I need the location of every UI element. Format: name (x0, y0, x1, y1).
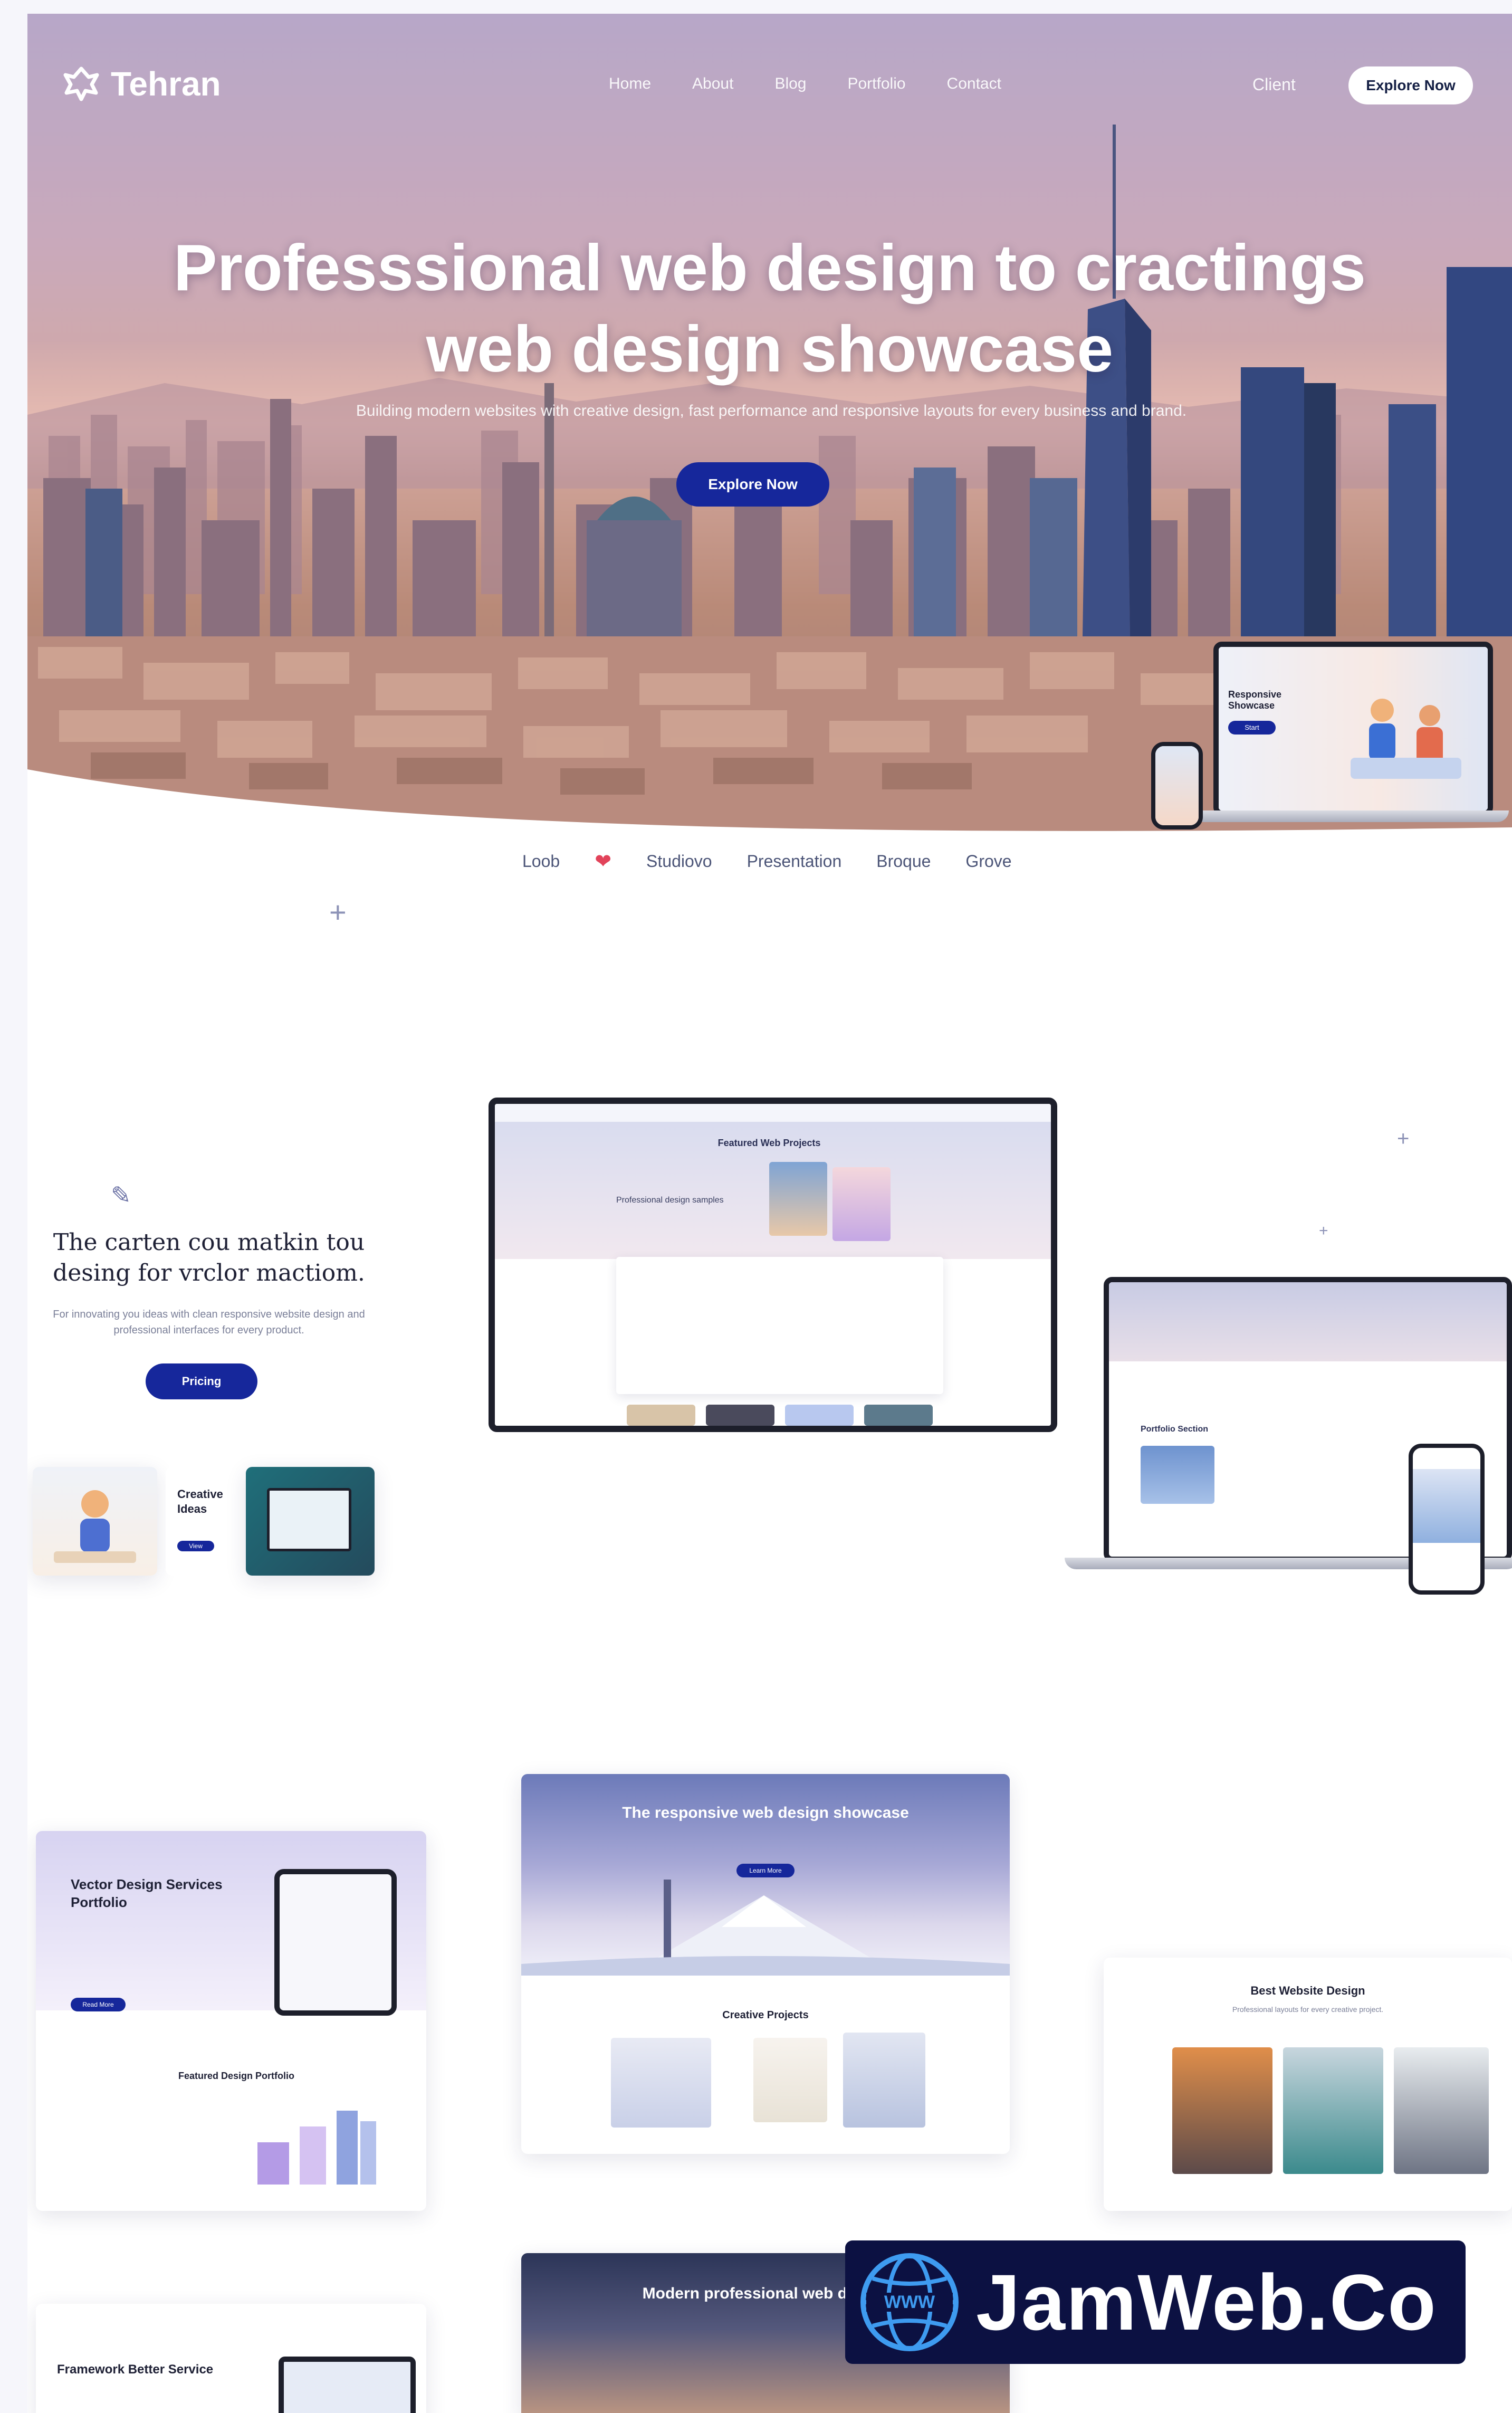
portfolio-card-1[interactable]: Vector Design Services Portfolio Read Mo… (36, 1831, 426, 2211)
hero-cta-button[interactable]: Explore Now (676, 462, 829, 507)
card3-image-1 (1172, 2047, 1272, 2174)
monitor-image-1 (769, 1162, 827, 1236)
tile-title: Creative Ideas (177, 1487, 223, 1515)
laptop-hero-band (1109, 1282, 1507, 1361)
card2-image-2 (753, 2038, 827, 2122)
person-illustration-icon (54, 1490, 136, 1563)
laptop-section-heading: Portfolio Section (1141, 1425, 1208, 1434)
nav-login-link[interactable]: Client (1252, 75, 1296, 94)
brand-name: Tehran (111, 65, 221, 103)
feature-cta-button[interactable]: Pricing (146, 1363, 257, 1399)
hero-subtitle: Building modern websites with creative d… (356, 402, 1187, 419)
watermark-badge: WWW JamWeb.Co (845, 2240, 1466, 2364)
monitor-cards-panel (616, 1257, 943, 1394)
card2-button[interactable]: Learn More (736, 1864, 795, 1877)
nav-link-portfolio[interactable]: Portfolio (847, 75, 905, 93)
monitor-heading: Featured Web Projects (717, 1138, 821, 1148)
card2-image-1 (611, 2038, 711, 2128)
client-logo-2: Studiovo (646, 852, 712, 871)
sparkle-icon: + (1319, 1222, 1328, 1239)
watermark-text: JamWeb.Co (976, 2257, 1437, 2347)
nav-link-home[interactable]: Home (609, 75, 651, 93)
nav-link-about[interactable]: About (692, 75, 733, 93)
card4-title: Framework Better Service (57, 2362, 214, 2377)
page: Tehran Home About Blog Portfolio Contact… (27, 14, 1512, 2413)
portfolio-card-3[interactable]: Best Website Design Professional layouts… (1104, 1958, 1512, 2211)
client-logo-1: Loob (522, 852, 560, 871)
hero-laptop-screen: Responsive Showcase Start (1213, 642, 1493, 816)
isometric-chart-illustration (257, 2111, 376, 2185)
portfolio-card-2[interactable]: The responsive web design showcase Learn… (521, 1774, 1010, 2154)
card2-image-3 (843, 2033, 925, 2128)
card1-tablet (274, 1869, 397, 2016)
feature-title: The carten cou matkin tou desing for vrc… (53, 1229, 365, 1286)
hero-title-line-2: web design showcase (426, 313, 1114, 386)
hero-laptop-base (1192, 810, 1509, 822)
pen-tool-icon: ✎ (111, 1181, 131, 1209)
card1-title: Vector Design Services Portfolio (71, 1876, 223, 1910)
main-nav: Home About Blog Portfolio Contact (609, 75, 1001, 93)
card3-image-2 (1283, 2047, 1383, 2174)
phone-screen-image (1155, 746, 1199, 825)
monitor-image-2 (832, 1167, 891, 1241)
brand-logo[interactable]: Tehran (61, 64, 221, 103)
monitor-topbar (495, 1104, 1051, 1122)
tile-button[interactable]: View (177, 1541, 214, 1551)
monitor-thumbnail-2 (706, 1405, 774, 1426)
hero-title-line-1: Professsional web design to cractings (173, 232, 1366, 305)
card1-button[interactable]: Read More (71, 1998, 126, 2011)
heart-icon: ❤ (595, 851, 612, 873)
card3-text: Professional layouts for every creative … (1232, 2005, 1384, 2014)
laptop-feature-image (1141, 1446, 1214, 1504)
card4-device (279, 2357, 416, 2413)
card2-subtitle: Creative Projects (722, 2009, 809, 2021)
hero-title: Professsional web design to cractings we… (27, 227, 1512, 390)
client-logo-5: Grove (965, 852, 1012, 871)
card2-title: The responsive web design showcase (622, 1804, 909, 1821)
globe-icon: WWW (860, 2253, 959, 2351)
portfolio-card-4[interactable]: Framework Better Service (36, 2304, 426, 2413)
card3-image-3 (1394, 2047, 1489, 2174)
card1-subtitle: Featured Design Portfolio (178, 2071, 295, 2081)
showcase-phone-mockup (1409, 1444, 1485, 1595)
tehran-logo-icon (63, 66, 99, 101)
sparkle-icon: + (329, 895, 347, 929)
feature-text: For innovating you ideas with clean resp… (53, 1309, 365, 1336)
monitor-thumbnail-3 (785, 1405, 854, 1426)
monitor-thumbnail-4 (864, 1405, 933, 1426)
laptop-cta: Start (1228, 721, 1276, 735)
sparkle-icon: + (1397, 1127, 1410, 1150)
card3-title: Best Website Design (1250, 1984, 1365, 1997)
phone-screen-image (1413, 1469, 1480, 1543)
client-logo-3: Presentation (747, 852, 842, 871)
tile-device-screen (267, 1488, 351, 1551)
nav-cta-button[interactable]: Explore Now (1348, 66, 1473, 104)
laptop-illustration-people (1351, 699, 1461, 779)
monitor-thumbnail-1 (627, 1405, 695, 1426)
feature-tile-devices (246, 1467, 375, 1576)
monitor-subheading: Professional design samples (616, 1196, 724, 1205)
client-logos: Loob ❤ Studiovo Presentation Broque Grov… (522, 850, 1012, 873)
client-logo-4: Broque (876, 852, 931, 871)
nav-link-blog[interactable]: Blog (774, 75, 806, 93)
laptop-heading: Responsive Showcase (1228, 689, 1282, 711)
feature-tile-photo (33, 1467, 157, 1576)
svg-text:WWW: WWW (884, 2292, 935, 2312)
showcase-monitor-screen: Featured Web Projects Professional desig… (489, 1098, 1057, 1432)
hero-section: Tehran Home About Blog Portfolio Contact… (27, 14, 1512, 837)
hero-phone-mockup (1151, 742, 1203, 829)
nav-link-contact[interactable]: Contact (947, 75, 1001, 93)
